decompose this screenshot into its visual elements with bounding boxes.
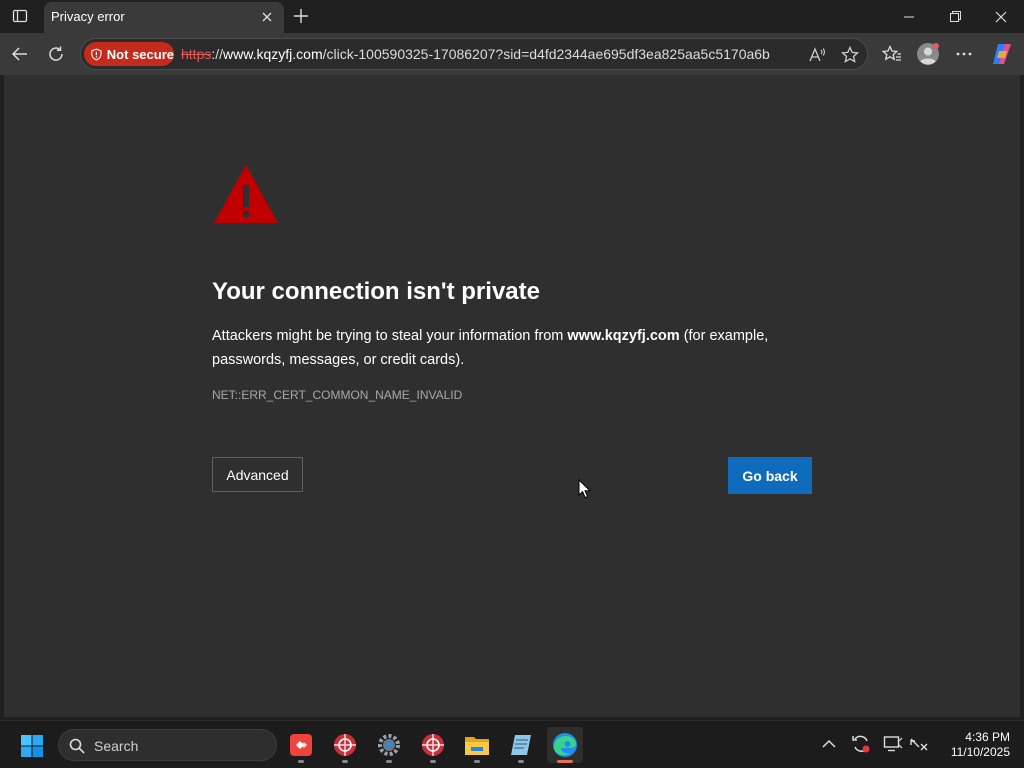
chevron-up-icon — [822, 739, 836, 748]
running-indicator — [557, 760, 573, 763]
close-icon — [262, 12, 272, 22]
running-indicator — [386, 760, 392, 763]
show-hidden-icons-button[interactable] — [818, 733, 840, 755]
address-bar[interactable]: Not secure https://www.kqzyfj.com/click-… — [80, 38, 868, 70]
edge-icon — [553, 733, 577, 757]
url-text[interactable]: https://www.kqzyfj.com/click-100590325-1… — [181, 46, 770, 62]
taskbar-app-red-wheel[interactable] — [327, 727, 363, 763]
taskbar-app-settings[interactable] — [371, 727, 407, 763]
taskbar-app-notepad[interactable] — [503, 727, 539, 763]
anydesk-icon — [290, 734, 312, 756]
copilot-icon — [993, 44, 1011, 64]
sync-icon — [852, 735, 870, 753]
close-window-button[interactable] — [978, 0, 1024, 33]
display-icon — [883, 736, 903, 752]
read-aloud-button[interactable] — [807, 44, 829, 66]
minimize-button[interactable] — [886, 0, 932, 33]
taskbar-search[interactable]: Search — [58, 729, 277, 761]
back-button[interactable] — [6, 40, 34, 68]
running-indicator — [474, 760, 480, 763]
app-wheel-icon — [422, 734, 444, 756]
url-scheme: https — [181, 46, 212, 62]
running-indicator — [430, 760, 436, 763]
taskbar-app-edge[interactable] — [547, 727, 583, 763]
running-indicator — [298, 760, 304, 763]
not-secure-label: Not secure — [106, 46, 174, 62]
restore-button[interactable] — [932, 0, 978, 33]
tray-sync-button[interactable] — [850, 733, 872, 755]
clock-time: 4:36 PM — [965, 730, 1010, 744]
refresh-button[interactable] — [42, 40, 70, 68]
not-secure-indicator[interactable]: Not secure — [84, 42, 174, 66]
browser-toolbar: Not secure https://www.kqzyfj.com/click-… — [0, 33, 1024, 75]
notepad-icon — [511, 735, 531, 755]
copilot-button[interactable] — [988, 40, 1016, 68]
running-indicator — [518, 760, 524, 763]
back-arrow-icon — [11, 47, 27, 61]
warning-triangle-icon — [214, 165, 278, 223]
url-path: /click-100590325-17086207?sid=d4fd2344ae… — [322, 46, 770, 62]
taskbar: Search 4:36 PM 11/10/2025 — [0, 720, 1024, 768]
more-icon — [956, 52, 972, 56]
page-title: Your connection isn't private — [212, 278, 540, 305]
search-icon — [69, 738, 85, 754]
running-indicator — [342, 760, 348, 763]
gear-icon — [378, 734, 400, 756]
new-tab-button[interactable] — [290, 5, 312, 27]
start-button[interactable] — [15, 731, 49, 761]
plus-icon — [294, 9, 308, 23]
taskbar-app-red-wheel-2[interactable] — [415, 727, 451, 763]
url-separator: :// — [211, 46, 224, 62]
profile-button[interactable] — [914, 40, 942, 68]
tray-display-button[interactable] — [882, 733, 904, 755]
taskbar-app-anydesk[interactable] — [283, 727, 319, 763]
star-icon — [841, 46, 859, 63]
app-wheel-icon — [334, 734, 356, 756]
system-clock[interactable]: 4:36 PM 11/10/2025 — [930, 730, 1010, 760]
close-tab-button[interactable] — [258, 8, 276, 26]
tab-actions-icon — [12, 9, 28, 23]
network-icon — [910, 738, 928, 751]
error-code[interactable]: NET::ERR_CERT_COMMON_NAME_INVALID — [212, 388, 462, 402]
close-icon — [995, 11, 1007, 22]
clock-date: 11/10/2025 — [950, 745, 1010, 759]
profile-icon — [917, 43, 939, 65]
favorites-button[interactable] — [878, 40, 906, 68]
description-text-start: Attackers might be trying to steal your … — [212, 328, 568, 344]
tray-network-button[interactable] — [908, 733, 930, 755]
search-label: Search — [94, 738, 139, 754]
description-host: www.kqzyfj.com — [567, 328, 680, 344]
go-back-button[interactable]: Go back — [728, 457, 812, 494]
restore-icon — [949, 11, 961, 22]
minimize-icon — [904, 16, 914, 17]
tab-actions-button[interactable] — [8, 5, 32, 27]
title-bar: Privacy error — [0, 0, 1024, 33]
tab-title: Privacy error — [51, 9, 125, 24]
mouse-cursor-icon — [578, 479, 592, 499]
more-options-button[interactable] — [950, 40, 978, 68]
error-description: Attackers might be trying to steal your … — [212, 324, 772, 372]
refresh-icon — [49, 46, 63, 61]
windows-icon — [21, 735, 43, 757]
tab-privacy-error[interactable]: Privacy error — [44, 2, 284, 33]
folder-icon — [465, 737, 489, 755]
taskbar-app-file-explorer[interactable] — [459, 727, 495, 763]
url-host: www.kqzyfj.com — [223, 46, 323, 62]
read-aloud-icon — [809, 47, 826, 62]
error-page: Your connection isn't private Attackers … — [4, 75, 1020, 717]
add-favorite-button[interactable] — [839, 44, 861, 66]
shield-warning-icon — [91, 48, 102, 60]
advanced-button[interactable]: Advanced — [212, 457, 303, 492]
favorites-icon — [882, 45, 901, 61]
